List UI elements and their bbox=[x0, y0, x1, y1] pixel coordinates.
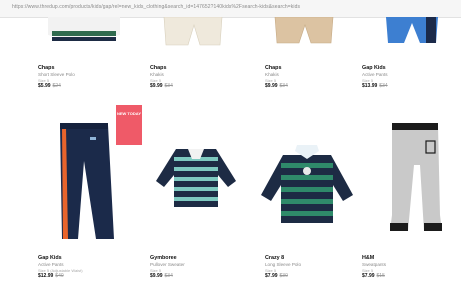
product-image[interactable] bbox=[40, 17, 140, 51]
product-card[interactable]: H&M Sweatpants Size 5 $7.99 $15 bbox=[352, 105, 457, 286]
product-card[interactable]: Gap Kids Active Pants Size 5 $13.99 $34 bbox=[352, 17, 457, 102]
product-price: $7.99 $30 bbox=[265, 273, 288, 279]
product-card[interactable]: Chaps Khakis Size 5 $9.99 $34 bbox=[140, 17, 245, 102]
url-text[interactable]: https://www.thredup.com/products/kids/ga… bbox=[12, 4, 300, 10]
product-price: $7.99 $15 bbox=[362, 273, 385, 279]
product-card[interactable]: NEW TODAY Gap Kids Active Pants Size 5 (… bbox=[28, 105, 142, 286]
product-card[interactable]: Crazy 8 Long Sleeve Polo Size 5 $7.99 $30 bbox=[255, 105, 360, 286]
product-card[interactable]: Chaps Short Sleeve Polo Size 5 $5.99 $24 bbox=[28, 17, 133, 102]
product-image[interactable] bbox=[382, 17, 461, 51]
product-image[interactable] bbox=[158, 17, 258, 51]
product-price: $9.99 $34 bbox=[150, 83, 173, 89]
product-brand[interactable]: Chaps bbox=[38, 65, 133, 72]
product-grid: Chaps Short Sleeve Polo Size 5 $5.99 $24 … bbox=[0, 17, 461, 286]
new-today-badge: NEW TODAY bbox=[116, 105, 142, 145]
product-brand[interactable]: Chaps bbox=[150, 65, 245, 72]
product-card[interactable]: Gymboree Pullover Sweater Size 5 $9.99 $3… bbox=[140, 105, 245, 286]
product-brand[interactable]: Gymboree bbox=[150, 255, 245, 262]
product-card[interactable]: Chaps Khakis Size 5 $9.99 $34 bbox=[255, 17, 360, 102]
product-brand[interactable]: Gap Kids bbox=[38, 255, 133, 262]
product-price: $12.99 $40 bbox=[38, 273, 64, 279]
product-brand[interactable]: H&M bbox=[362, 255, 457, 262]
product-price: $13.99 $34 bbox=[362, 83, 388, 89]
product-image[interactable] bbox=[257, 141, 357, 227]
browser-address-bar[interactable]: https://www.thredup.com/products/kids/ga… bbox=[0, 0, 461, 18]
product-brand[interactable]: Chaps bbox=[265, 65, 360, 72]
product-price: $5.99 $24 bbox=[38, 83, 61, 89]
product-image[interactable] bbox=[150, 141, 242, 217]
product-price: $9.99 $34 bbox=[150, 273, 173, 279]
product-brand[interactable]: Gap Kids bbox=[362, 65, 457, 72]
product-brand[interactable]: Crazy 8 bbox=[265, 255, 360, 262]
product-image[interactable] bbox=[380, 119, 450, 237]
product-price: $9.99 $34 bbox=[265, 83, 288, 89]
